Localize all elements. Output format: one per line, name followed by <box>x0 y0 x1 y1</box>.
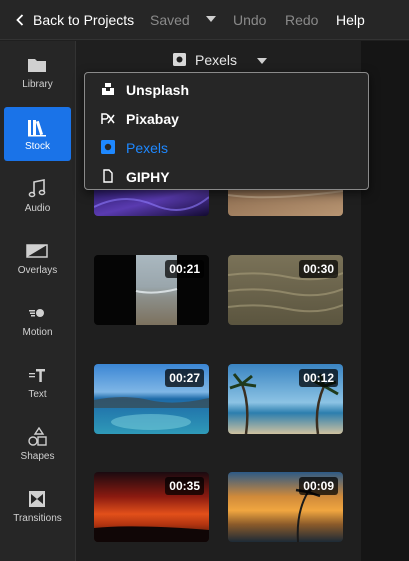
clip-thumbnail[interactable]: 00:12 <box>228 364 343 434</box>
sidebar-item-overlays[interactable]: Overlays <box>4 231 71 285</box>
source-selector-value: Pexels <box>195 52 238 68</box>
music-note-icon <box>28 179 46 198</box>
dropdown-option-pixabay[interactable]: Pixabay <box>85 104 368 133</box>
sidebar-item-stock[interactable]: Stock <box>4 107 71 161</box>
help-button[interactable]: Help <box>336 12 365 28</box>
redo-button[interactable]: Redo <box>285 12 318 28</box>
clip-duration: 00:27 <box>165 369 204 387</box>
pexels-icon <box>101 140 115 154</box>
dropdown-option-label: Pixabay <box>126 111 179 127</box>
transition-icon <box>29 491 45 507</box>
undo-button[interactable]: Undo <box>233 12 266 28</box>
clip-duration: 00:21 <box>165 260 204 278</box>
sidebar-item-label: Overlays <box>17 265 58 276</box>
source-selector[interactable]: Pexels <box>173 50 283 70</box>
clip-preview-image <box>94 187 209 216</box>
folder-icon <box>28 59 46 72</box>
shapes-icon <box>28 427 47 446</box>
clip-thumbnail[interactable]: 00:21 <box>94 255 209 325</box>
source-dropdown-menu: Unsplash Pixabay Pexels GIPHY <box>84 72 369 190</box>
dropdown-option-label: Unsplash <box>126 82 190 98</box>
sidebar-item-label: Audio <box>24 203 51 214</box>
clip-preview-image <box>228 187 343 216</box>
pixabay-icon <box>101 113 115 124</box>
sidebar-item-transitions[interactable]: Transitions <box>4 479 71 533</box>
dropdown-option-label: Pexels <box>126 140 169 156</box>
clip-duration: 00:12 <box>299 369 338 387</box>
sidebar: Library Stock Audio Overlays Motion Text… <box>0 41 76 561</box>
sidebar-item-label: Transitions <box>13 513 62 524</box>
chevron-down-icon <box>257 58 267 64</box>
sidebar-item-audio[interactable]: Audio <box>4 169 71 223</box>
sidebar-item-library[interactable]: Library <box>4 45 71 99</box>
motion-icon <box>29 309 44 317</box>
clip-thumbnail[interactable]: 00:09 <box>228 472 343 542</box>
clip-thumbnail[interactable] <box>228 187 343 216</box>
clip-thumbnail[interactable]: 00:35 <box>94 472 209 542</box>
overlay-icon <box>26 244 48 258</box>
pexels-icon <box>173 53 186 66</box>
sidebar-item-motion[interactable]: Motion <box>4 293 71 347</box>
clip-duration: 00:30 <box>299 260 338 278</box>
clip-thumbnail[interactable] <box>94 187 209 216</box>
clip-duration: 00:09 <box>299 477 338 495</box>
back-to-projects-button[interactable]: Back to Projects <box>33 12 134 28</box>
dropdown-option-giphy[interactable]: GIPHY <box>85 162 368 191</box>
stock-books-icon <box>28 120 46 137</box>
giphy-icon <box>103 169 113 183</box>
dropdown-option-pexels[interactable]: Pexels <box>85 133 368 162</box>
sidebar-item-shapes[interactable]: Shapes <box>4 417 71 471</box>
dropdown-option-label: GIPHY <box>126 169 170 185</box>
clip-thumbnail[interactable]: 00:30 <box>228 255 343 325</box>
sidebar-item-label: Text <box>28 389 47 400</box>
sidebar-item-text[interactable]: Text <box>4 355 71 409</box>
saved-status: Saved <box>150 12 190 28</box>
sidebar-item-label: Library <box>22 79 53 90</box>
clip-thumbnail[interactable]: 00:27 <box>94 364 209 434</box>
unsplash-icon <box>102 83 114 95</box>
sidebar-item-label: Stock <box>24 141 50 152</box>
sidebar-item-label: Motion <box>22 327 53 338</box>
text-icon <box>29 369 45 382</box>
dropdown-option-unsplash[interactable]: Unsplash <box>85 75 368 104</box>
top-bar: Back to Projects Saved Undo Redo Help <box>0 0 409 40</box>
clip-duration: 00:35 <box>165 477 204 495</box>
chevron-down-icon[interactable] <box>206 16 216 22</box>
chevron-left-icon[interactable] <box>16 14 24 26</box>
sidebar-item-label: Shapes <box>20 451 55 462</box>
